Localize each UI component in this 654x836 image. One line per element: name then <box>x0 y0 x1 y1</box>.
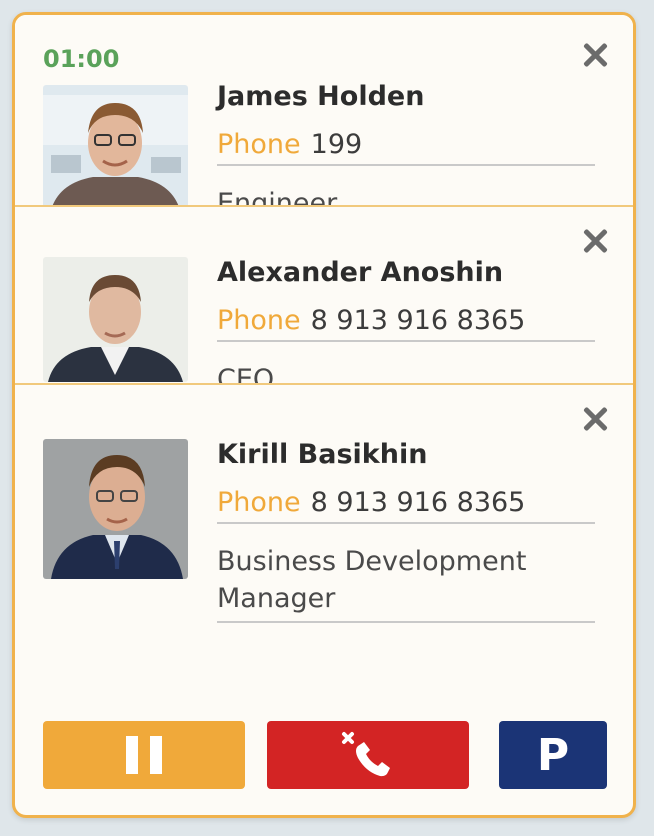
call-widget: 01:00 James Holden Phone 199 Engineer Al… <box>12 12 636 818</box>
avatar-photo <box>43 439 188 579</box>
contact-name: Alexander Anoshin <box>217 257 504 288</box>
contact-name: Kirill Basikhin <box>217 439 428 470</box>
contact-card: Alexander Anoshin Phone 8 913 916 8365 CE… <box>15 205 633 385</box>
close-icon[interactable] <box>581 41 609 69</box>
park-icon: P <box>536 729 570 781</box>
contact-role: Business Development Manager <box>217 543 595 623</box>
close-icon[interactable] <box>581 227 609 255</box>
hangup-button[interactable] <box>267 721 469 789</box>
close-icon[interactable] <box>581 405 609 433</box>
contact-card: 01:00 James Holden Phone 199 Engineer <box>15 15 633 207</box>
phone-label: Phone <box>217 305 301 336</box>
phone-row: Phone 8 913 916 8365 <box>217 487 595 524</box>
avatar-photo <box>43 257 188 382</box>
hangup-phone-icon <box>342 732 390 777</box>
phone-row: Phone 199 <box>217 129 595 166</box>
avatar-photo <box>43 85 188 207</box>
phone-row: Phone 8 913 916 8365 <box>217 305 595 342</box>
park-button[interactable]: P <box>499 721 607 789</box>
contact-role: Engineer <box>217 188 338 207</box>
contact-card: Kirill Basikhin Phone 8 913 916 8365 Busi… <box>15 383 633 683</box>
phone-label: Phone <box>217 487 301 518</box>
phone-number[interactable]: 8 913 916 8365 <box>311 487 526 518</box>
hold-button[interactable] <box>43 721 245 789</box>
contact-name: James Holden <box>217 81 425 112</box>
phone-number[interactable]: 199 <box>311 129 363 160</box>
call-timer: 01:00 <box>43 45 120 73</box>
pause-icon <box>120 736 168 774</box>
avatar <box>43 439 188 579</box>
contact-role: CEO <box>217 364 275 385</box>
phone-label: Phone <box>217 129 301 160</box>
phone-number[interactable]: 8 913 916 8365 <box>311 305 526 336</box>
avatar <box>43 85 188 207</box>
avatar <box>43 257 188 382</box>
